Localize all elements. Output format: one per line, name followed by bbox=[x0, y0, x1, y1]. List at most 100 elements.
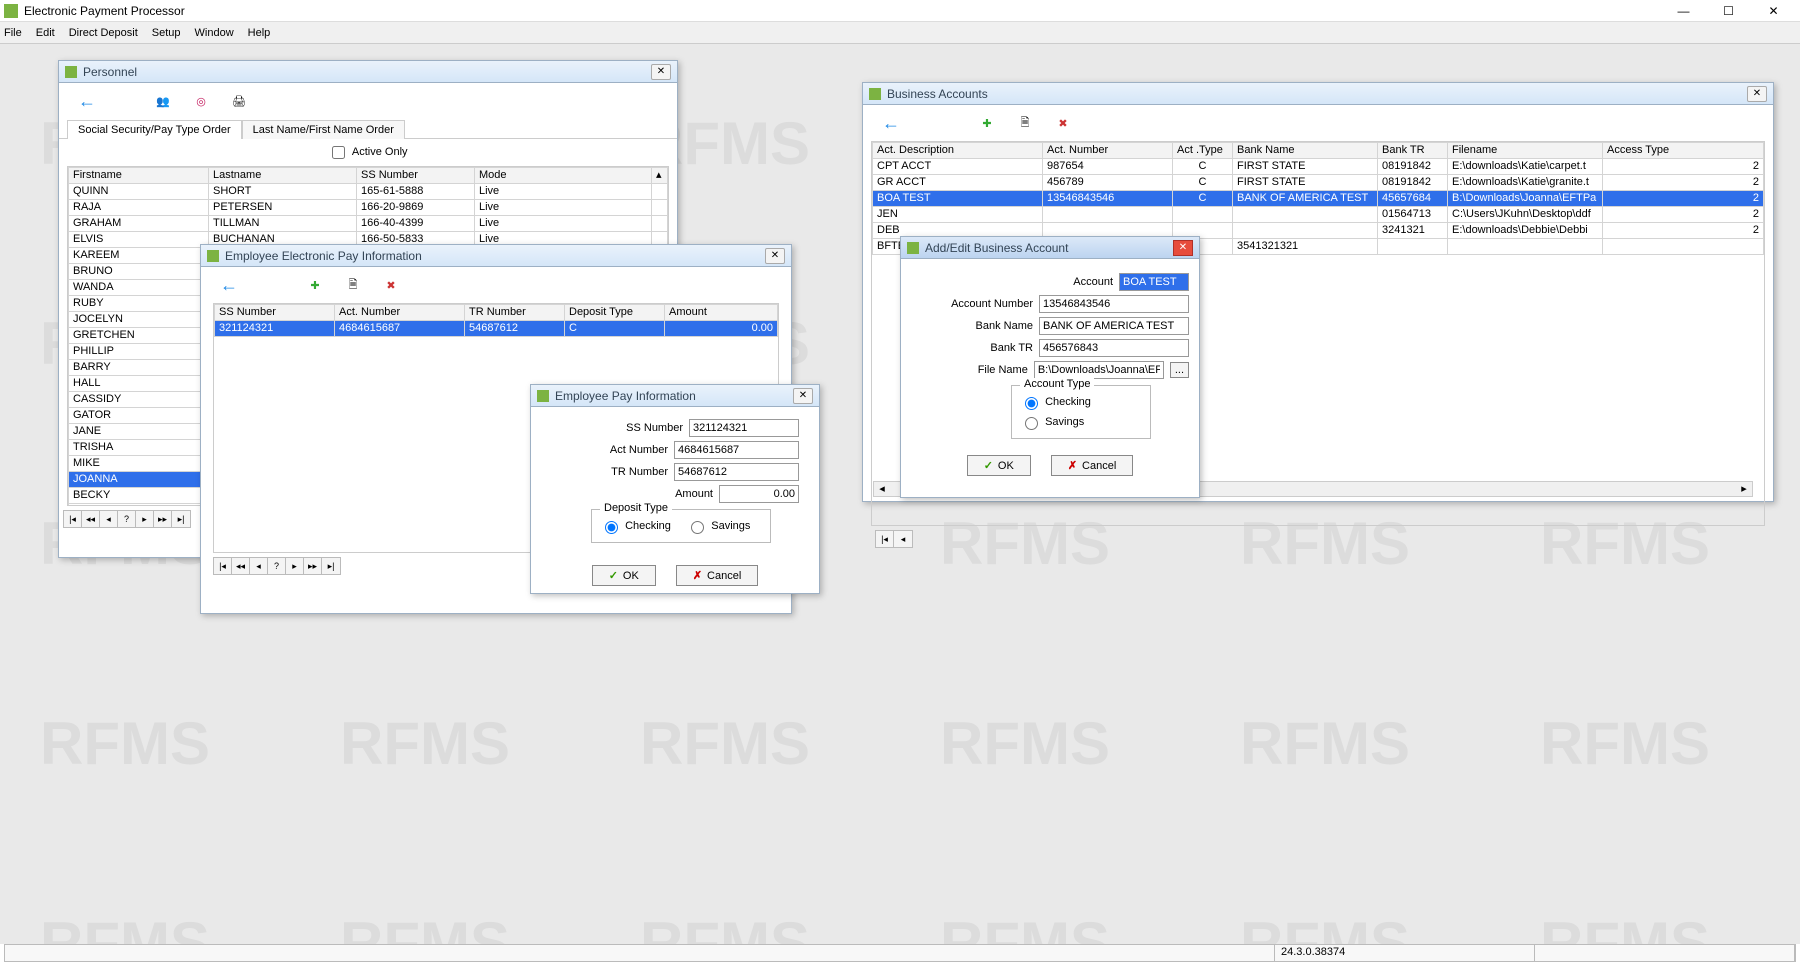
account-type-checking[interactable]: Checking bbox=[1020, 396, 1091, 408]
people-icon[interactable]: 👥 bbox=[153, 91, 173, 111]
table-row[interactable]: BOA TEST13546843546CBANK OF AMERICA TEST… bbox=[873, 191, 1764, 207]
col-lastname[interactable]: Lastname bbox=[209, 168, 357, 184]
nav-help[interactable]: ? bbox=[118, 511, 136, 527]
col-access-type[interactable]: Access Type bbox=[1603, 143, 1764, 159]
scroll-right[interactable]: ▸ bbox=[1736, 482, 1752, 496]
col-tr[interactable]: TR Number bbox=[465, 305, 565, 321]
ba-nav[interactable]: |◂◂ bbox=[875, 530, 913, 548]
browse-button[interactable]: ... bbox=[1170, 362, 1189, 378]
deposit-checking[interactable]: Checking bbox=[600, 520, 671, 532]
delete-icon[interactable]: ✖ bbox=[1053, 113, 1073, 133]
menu-edit[interactable]: Edit bbox=[36, 27, 55, 39]
close-button[interactable]: ✕ bbox=[1751, 0, 1796, 22]
deposit-savings[interactable]: Savings bbox=[686, 520, 750, 532]
nav-fastfwd[interactable]: ▸▸ bbox=[154, 511, 172, 527]
print-icon[interactable]: 🖨 bbox=[229, 91, 249, 111]
app-title-bar: Electronic Payment Processor — ☐ ✕ bbox=[0, 0, 1800, 22]
minimize-button[interactable]: — bbox=[1661, 0, 1706, 22]
nav-back[interactable]: ◂ bbox=[100, 511, 118, 527]
ss-label: SS Number bbox=[593, 422, 683, 434]
ok-button[interactable]: ✓OK bbox=[967, 455, 1031, 476]
tab-ss-paytype[interactable]: Social Security/Pay Type Order bbox=[67, 120, 242, 139]
table-row[interactable]: GR ACCT456789CFIRST STATE08191842E:\down… bbox=[873, 175, 1764, 191]
back-icon[interactable]: ← bbox=[219, 275, 239, 295]
menu-setup[interactable]: Setup bbox=[152, 27, 181, 39]
col-act-type[interactable]: Act .Type bbox=[1173, 143, 1233, 159]
add-icon[interactable]: ✚ bbox=[977, 113, 997, 133]
status-version: 24.3.0.38374 bbox=[1275, 945, 1535, 961]
act-input[interactable] bbox=[674, 441, 799, 459]
menu-direct-deposit[interactable]: Direct Deposit bbox=[69, 27, 138, 39]
status-bar: 24.3.0.38374 bbox=[4, 944, 1796, 962]
table-row[interactable]: GRAHAMTILLMAN166-40-4399Live bbox=[69, 216, 668, 232]
eepi-nav[interactable]: |◂◂◂◂?▸▸▸▸| bbox=[213, 557, 341, 575]
scroll-left[interactable]: ◂ bbox=[874, 482, 890, 496]
table-row[interactable]: JEN01564713C:\Users\JKuhn\Desktop\ddf2 bbox=[873, 207, 1764, 223]
active-only-check[interactable]: Active Only bbox=[328, 146, 407, 158]
nav-last[interactable]: ▸| bbox=[172, 511, 190, 527]
app-icon bbox=[4, 4, 18, 18]
nav-first[interactable]: |◂ bbox=[64, 511, 82, 527]
account-number-input[interactable] bbox=[1039, 295, 1189, 313]
personnel-close[interactable]: ✕ bbox=[651, 64, 671, 80]
amount-input[interactable] bbox=[719, 485, 799, 503]
ba-close[interactable]: ✕ bbox=[1747, 86, 1767, 102]
copy-icon[interactable]: 🗎 bbox=[343, 275, 363, 295]
deposit-type-legend: Deposit Type bbox=[600, 502, 672, 514]
back-icon[interactable]: ← bbox=[77, 91, 97, 111]
menu-help[interactable]: Help bbox=[248, 27, 271, 39]
nav-fastback[interactable]: ◂◂ bbox=[82, 511, 100, 527]
table-row[interactable]: 321124321468461568754687612C0.00 bbox=[215, 321, 778, 337]
tr-input[interactable] bbox=[674, 463, 799, 481]
account-label: Account bbox=[1013, 276, 1113, 288]
window-icon bbox=[907, 242, 919, 254]
ss-input[interactable] bbox=[689, 419, 799, 437]
tab-lastname[interactable]: Last Name/First Name Order bbox=[242, 120, 405, 139]
aeba-close[interactable]: ✕ bbox=[1173, 240, 1193, 256]
col-ssnumber[interactable]: SS Number bbox=[357, 168, 475, 184]
bank-tr-input[interactable] bbox=[1039, 339, 1189, 357]
nav-fwd[interactable]: ▸ bbox=[136, 511, 154, 527]
account-input[interactable] bbox=[1119, 273, 1189, 291]
col-act-desc[interactable]: Act. Description bbox=[873, 143, 1043, 159]
col-dep[interactable]: Deposit Type bbox=[565, 305, 665, 321]
menu-window[interactable]: Window bbox=[195, 27, 234, 39]
copy-icon[interactable]: 🗎 bbox=[1015, 113, 1035, 133]
personnel-nav[interactable]: |◂◂◂◂?▸▸▸▸| bbox=[63, 510, 191, 528]
check-icon: ✓ bbox=[609, 569, 618, 582]
col-amount[interactable]: Amount bbox=[665, 305, 778, 321]
epi-close[interactable]: ✕ bbox=[793, 388, 813, 404]
mdi-area: Personnel ✕ ← 👥 ◎ 🖨 Social Security/Pay T… bbox=[0, 44, 1800, 944]
account-type-savings[interactable]: Savings bbox=[1020, 416, 1084, 428]
maximize-button[interactable]: ☐ bbox=[1706, 0, 1751, 22]
target-icon[interactable]: ◎ bbox=[191, 91, 211, 111]
col-act[interactable]: Act. Number bbox=[335, 305, 465, 321]
tr-label: TR Number bbox=[578, 466, 668, 478]
col-bank-name[interactable]: Bank Name bbox=[1233, 143, 1378, 159]
file-name-input[interactable] bbox=[1034, 361, 1164, 379]
cancel-button[interactable]: ✗Cancel bbox=[676, 565, 758, 586]
col-bank-tr[interactable]: Bank TR bbox=[1378, 143, 1448, 159]
add-icon[interactable]: ✚ bbox=[305, 275, 325, 295]
check-icon: ✓ bbox=[984, 459, 993, 472]
bank-name-input[interactable] bbox=[1039, 317, 1189, 335]
back-icon[interactable]: ← bbox=[881, 113, 901, 133]
personnel-title: Personnel bbox=[83, 65, 645, 79]
col-ss[interactable]: SS Number bbox=[215, 305, 335, 321]
eepi-close[interactable]: ✕ bbox=[765, 248, 785, 264]
eepi-grid[interactable]: SS Number Act. Number TR Number Deposit … bbox=[214, 304, 778, 337]
window-icon bbox=[537, 390, 549, 402]
col-filename[interactable]: Filename bbox=[1448, 143, 1603, 159]
delete-icon[interactable]: ✖ bbox=[381, 275, 401, 295]
bank-tr-label: Bank TR bbox=[933, 342, 1033, 354]
ok-button[interactable]: ✓OK bbox=[592, 565, 656, 586]
table-row[interactable]: RAJAPETERSEN166-20-9869Live bbox=[69, 200, 668, 216]
table-row[interactable]: QUINNSHORT165-61-5888Live bbox=[69, 184, 668, 200]
scroll-up[interactable]: ▴ bbox=[652, 168, 668, 184]
menu-file[interactable]: File bbox=[4, 27, 22, 39]
col-firstname[interactable]: Firstname bbox=[69, 168, 209, 184]
table-row[interactable]: CPT ACCT987654CFIRST STATE08191842E:\dow… bbox=[873, 159, 1764, 175]
cancel-button[interactable]: ✗Cancel bbox=[1051, 455, 1133, 476]
col-mode[interactable]: Mode bbox=[475, 168, 652, 184]
col-act-num[interactable]: Act. Number bbox=[1043, 143, 1173, 159]
